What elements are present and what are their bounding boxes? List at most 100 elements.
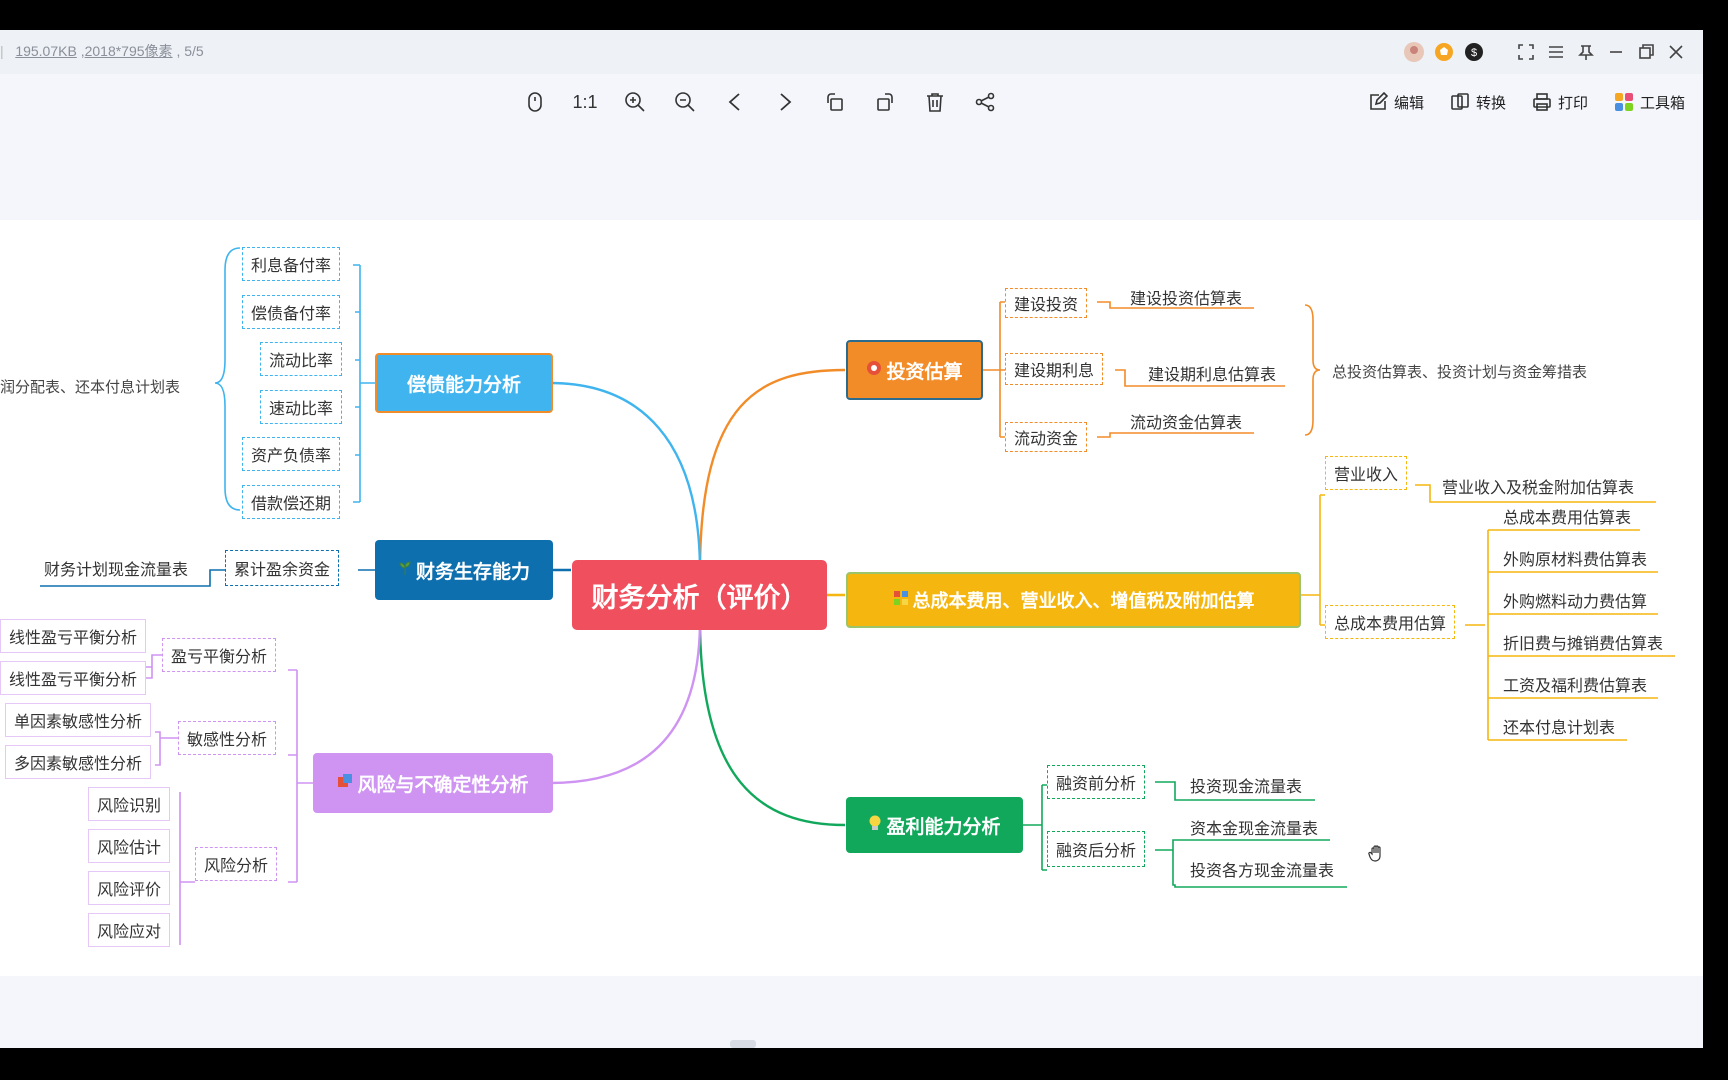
connector-risk (549, 619, 702, 785)
leaf-risk-response[interactable]: 风险应对 (88, 913, 171, 947)
edit-icon (1370, 92, 1388, 110)
topic-investment-estimate[interactable]: 投资估算 (846, 340, 983, 400)
leaf-repayment-plan[interactable]: 还本付息计划表 (1503, 713, 1615, 739)
share-icon[interactable] (960, 84, 1010, 120)
sub-debt-service-coverage[interactable]: 偿债备付率 (242, 295, 341, 329)
sub-breakeven-analysis[interactable]: 盈亏平衡分析 (162, 638, 277, 672)
file-info: | 195.07KB ,2018*795像素 , 5/5 (0, 43, 204, 59)
target-icon (866, 360, 882, 380)
convert-label: 转换 (1475, 94, 1506, 112)
leaf-fuel-power-table[interactable]: 外购燃料动力费估算 (1503, 587, 1647, 613)
topic-cost-revenue-tax[interactable]: 总成本费用、营业收入、增值税及附加估算 (846, 572, 1301, 628)
pin-icon[interactable] (1573, 39, 1599, 65)
sub-total-cost-estimate[interactable]: 总成本费用估算 (1325, 605, 1456, 639)
view-tools: 1:1 (510, 84, 1010, 120)
close-icon[interactable] (1663, 39, 1689, 65)
zoom-out-icon[interactable] (660, 84, 710, 120)
leaf-revenue-tax-table[interactable]: 营业收入及税金附加估算表 (1442, 473, 1634, 499)
zoom-in-icon[interactable] (610, 84, 660, 120)
topic-risk-uncertainty[interactable]: 风险与不确定性分析 (313, 753, 553, 813)
printer-icon (1533, 93, 1551, 111)
toolbox-icon (1614, 93, 1633, 111)
sub-interest-coverage[interactable]: 利息备付率 (242, 247, 341, 281)
delete-icon[interactable] (910, 84, 960, 120)
rotate-right-icon[interactable] (860, 84, 910, 120)
topic-label: 投资估算 (886, 360, 963, 383)
svg-text:$: $ (1471, 47, 1477, 59)
investment-summary: 总投资估算表、投资计划与资金筹措表 (1332, 363, 1588, 381)
restore-icon[interactable] (1633, 39, 1659, 65)
actual-size-button[interactable]: 1:1 (560, 84, 610, 120)
lightbulb-icon (868, 815, 882, 835)
title-bar: | 195.07KB ,2018*795像素 , 5/5 $ (0, 30, 1703, 74)
center-topic[interactable]: 财务分析（评价） (572, 560, 827, 630)
fullscreen-icon[interactable] (1513, 39, 1539, 65)
window-controls: $ (1397, 36, 1703, 68)
sub-post-financing[interactable]: 融资后分析 (1047, 831, 1146, 867)
connector-solvency (549, 381, 702, 573)
connector-profit (698, 619, 846, 827)
connector-investment (698, 368, 846, 573)
palette-icon (893, 590, 909, 610)
sub-pre-financing[interactable]: 融资前分析 (1047, 765, 1146, 799)
leaf-linear-breakeven-2[interactable]: 线性盈亏平衡分析 (0, 661, 147, 695)
leaf-investment-cashflow[interactable]: 投资现金流量表 (1190, 772, 1302, 798)
sub-operating-revenue[interactable]: 营业收入 (1325, 456, 1408, 490)
topic-profitability[interactable]: 盈利能力分析 (846, 797, 1023, 853)
sprout-icon (398, 560, 412, 580)
leaf-risk-evaluation[interactable]: 风险评价 (88, 871, 171, 905)
sub-cumulative-surplus[interactable]: 累计盈余资金 (225, 550, 340, 586)
leaf-construction-interest-table[interactable]: 建设期利息估算表 (1148, 360, 1276, 386)
minimize-icon[interactable] (1603, 39, 1629, 65)
sub-risk-analysis[interactable]: 风险分析 (195, 847, 278, 881)
leaf-total-cost-table[interactable]: 总成本费用估算表 (1503, 503, 1631, 529)
menu-icon[interactable] (1543, 39, 1569, 65)
image-dimensions[interactable]: 2018*795像素 (85, 43, 173, 59)
sub-construction-investment[interactable]: 建设投资 (1005, 288, 1088, 318)
toolbox-button[interactable]: 工具箱 (1614, 84, 1685, 120)
thumbnail-toggle[interactable] (730, 1040, 756, 1048)
print-button[interactable]: 打印 (1532, 84, 1588, 120)
leaf-construction-investment-table[interactable]: 建设投资估算表 (1130, 284, 1242, 310)
sub-working-capital[interactable]: 流动资金 (1005, 422, 1088, 452)
leaf-risk-identification[interactable]: 风险识别 (88, 787, 171, 821)
convert-button[interactable]: 转换 (1450, 84, 1506, 120)
image-viewer-window: | 195.07KB ,2018*795像素 , 5/5 $ 1:1 编辑 转换… (0, 30, 1703, 1048)
leaf-multi-factor-sensitivity[interactable]: 多因素敏感性分析 (5, 745, 152, 779)
edit-button[interactable]: 编辑 (1368, 84, 1424, 120)
leaf-working-capital-table[interactable]: 流动资金估算表 (1130, 408, 1242, 434)
mouse-mode-icon[interactable] (510, 84, 560, 120)
sub-asset-liability-ratio[interactable]: 资产负债率 (242, 437, 341, 471)
leaf-risk-estimation[interactable]: 风险估计 (88, 829, 171, 863)
dice-icon (337, 773, 353, 793)
sub-quick-ratio[interactable]: 速动比率 (260, 390, 343, 424)
leaf-capital-cashflow[interactable]: 资本金现金流量表 (1190, 814, 1318, 840)
topic-label: 总成本费用、营业收入、增值税及附加估算 (912, 591, 1255, 612)
action-tools: 编辑 转换 打印 工具箱 (1342, 84, 1685, 120)
topic-solvency[interactable]: 偿债能力分析 (375, 353, 553, 413)
leaf-wages-table[interactable]: 工资及福利费估算表 (1503, 671, 1647, 697)
leaf-depreciation-table[interactable]: 折旧费与摊销费估算表 (1503, 629, 1663, 655)
page-indicator: , 5/5 (176, 43, 204, 59)
file-size[interactable]: 195.07KB (15, 43, 77, 59)
leaf-raw-material-table[interactable]: 外购原材料费估算表 (1503, 545, 1647, 571)
rotate-left-icon[interactable] (810, 84, 860, 120)
leaf-single-factor-sensitivity[interactable]: 单因素敏感性分析 (5, 703, 152, 737)
avatar[interactable] (1401, 39, 1427, 65)
print-label: 打印 (1557, 94, 1588, 112)
sub-loan-repayment-period[interactable]: 借款偿还期 (242, 485, 341, 519)
coin-icon[interactable]: $ (1461, 39, 1487, 65)
leaf-financial-plan-cashflow[interactable]: 财务计划现金流量表 (44, 555, 188, 581)
sub-construction-interest[interactable]: 建设期利息 (1005, 353, 1104, 385)
leaf-linear-breakeven-1[interactable]: 线性盈亏平衡分析 (0, 619, 147, 653)
previous-icon[interactable] (710, 84, 760, 120)
next-icon[interactable] (760, 84, 810, 120)
hand-cursor-icon (1368, 844, 1386, 866)
leaf-investors-cashflow[interactable]: 投资各方现金流量表 (1190, 856, 1334, 882)
vip-badge-icon[interactable] (1431, 39, 1457, 65)
sub-current-ratio[interactable]: 流动比率 (260, 342, 343, 376)
sub-sensitivity-analysis[interactable]: 敏感性分析 (178, 721, 277, 755)
topic-financial-survival[interactable]: 财务生存能力 (375, 540, 553, 600)
image-canvas[interactable]: 财务分析（评价） 投资估算 建设投资 建设期利息 流动资金 建设投资估算表 建设… (0, 220, 1703, 976)
topic-label: 财务生存能力 (415, 560, 530, 583)
